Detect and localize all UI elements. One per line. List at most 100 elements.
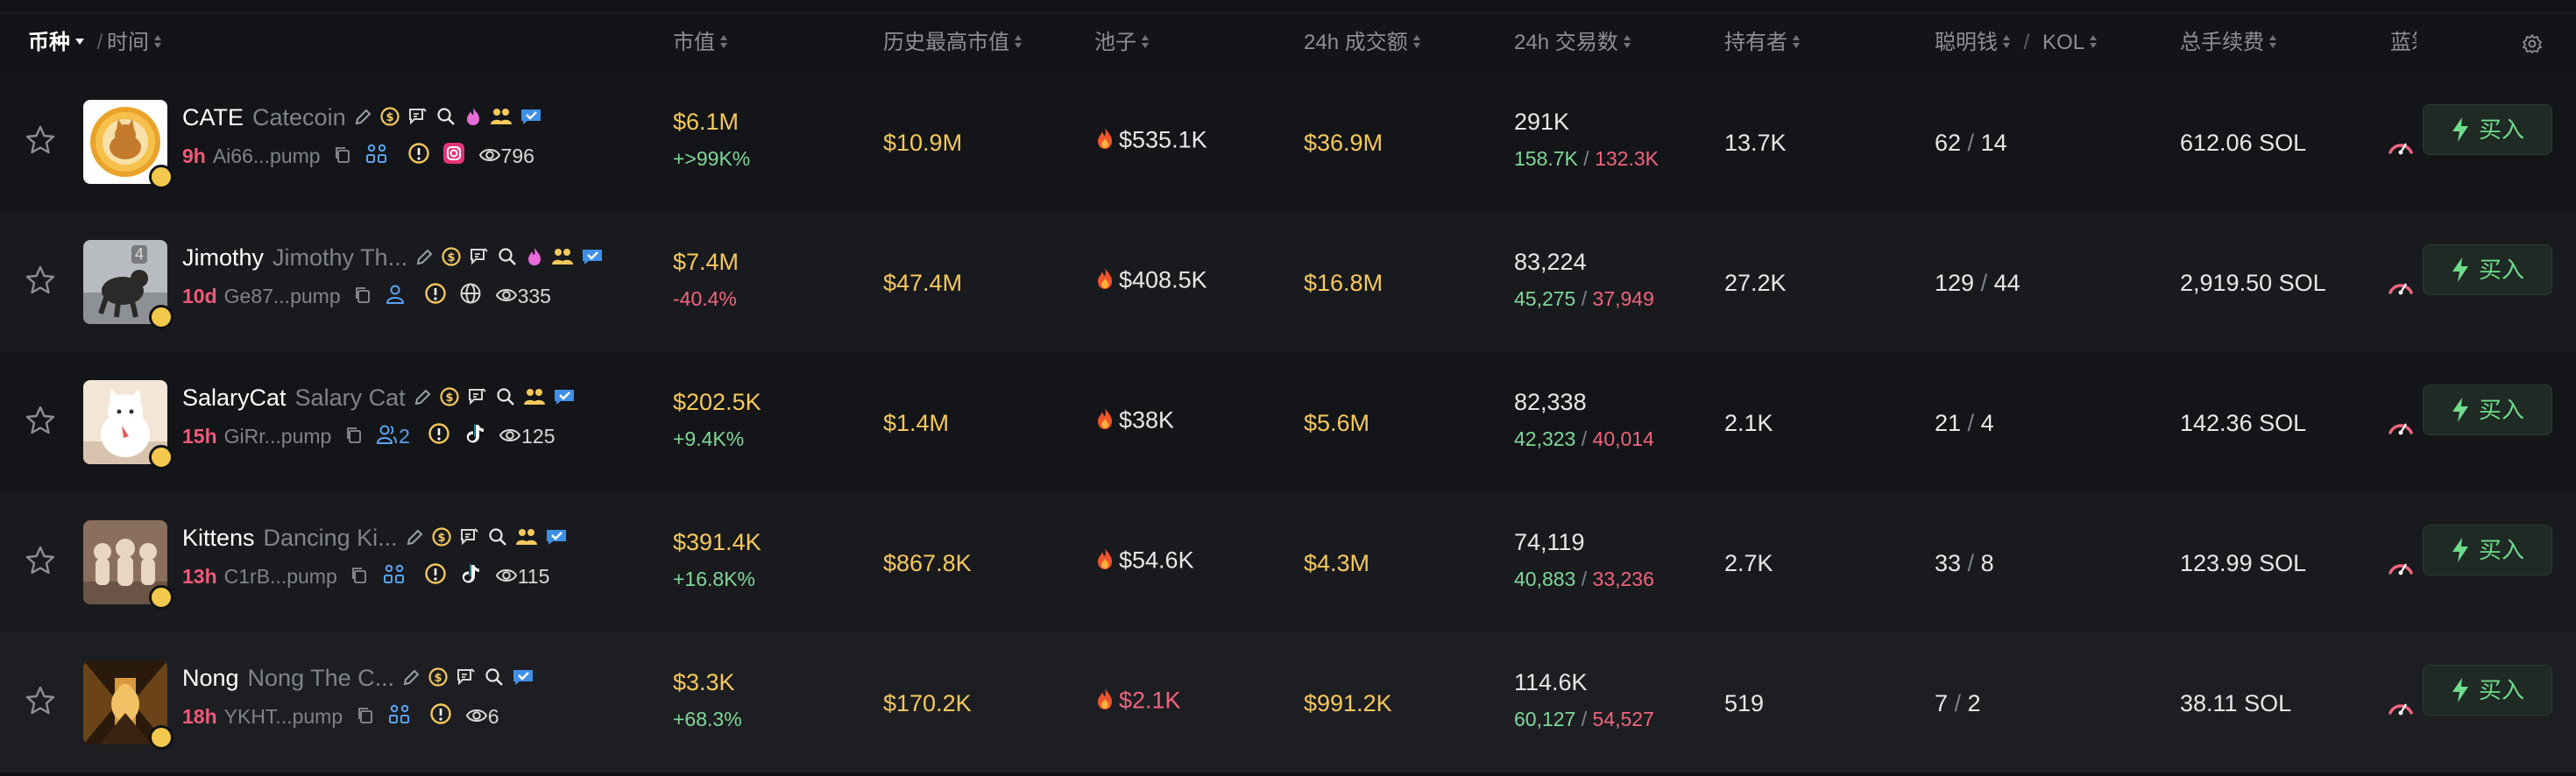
copy-icon[interactable] — [353, 282, 372, 314]
warning-icon[interactable] — [428, 422, 450, 454]
view-count: 6 — [487, 705, 499, 728]
favorite-star-icon[interactable] — [25, 545, 60, 580]
search-icon[interactable] — [484, 662, 505, 697]
search-icon[interactable] — [435, 102, 456, 137]
sells-count: 54,527 — [1592, 708, 1654, 730]
header-market-cap-sort[interactable]: 市值 — [673, 14, 728, 72]
instagram-icon[interactable] — [442, 142, 465, 173]
warning-icon[interactable] — [407, 142, 430, 173]
coin-icon[interactable]: $ — [439, 382, 460, 417]
header-bluechip-sort[interactable]: 蓝筹 — [2390, 14, 2417, 72]
edit-icon[interactable] — [401, 662, 421, 697]
favorite-star-icon[interactable] — [25, 265, 60, 300]
flame-icon[interactable] — [525, 242, 544, 277]
header-smart-money-sort[interactable]: 聪明钱 / KOL — [1935, 14, 2098, 72]
search-icon[interactable] — [487, 522, 508, 557]
tiktok-icon[interactable] — [464, 422, 486, 454]
token-symbol[interactable]: SalaryCat — [182, 384, 287, 411]
search-icon[interactable] — [497, 242, 518, 277]
pump-badge-icon — [149, 585, 173, 610]
warning-icon[interactable] — [429, 702, 452, 734]
favorite-star-icon[interactable] — [25, 124, 60, 159]
coin-icon[interactable]: $ — [431, 522, 452, 557]
token-symbol[interactable]: Nong — [182, 665, 239, 691]
warning-icon[interactable] — [424, 282, 447, 314]
users-icon[interactable] — [376, 422, 398, 454]
token-symbol[interactable]: Kittens — [182, 525, 255, 551]
copy-icon[interactable] — [350, 562, 369, 594]
chat-icon[interactable] — [469, 242, 490, 277]
table-row[interactable]: 4 Jimothy Jimothy Th... $ 10d Ge87...pump 3… — [0, 212, 2576, 352]
coin-icon[interactable]: $ — [441, 242, 462, 277]
header-ath-sort[interactable]: 历史最高市值 — [883, 14, 1023, 72]
team-icon[interactable] — [490, 102, 513, 137]
favorite-star-icon[interactable] — [25, 405, 60, 440]
buy-button[interactable]: 买入 — [2423, 665, 2552, 716]
team-icon[interactable] — [551, 242, 574, 277]
chat-icon[interactable] — [459, 522, 480, 557]
copy-icon[interactable] — [344, 422, 364, 454]
flame-icon[interactable] — [464, 102, 483, 137]
table-row[interactable]: Kittens Dancing Ki... $ 13h C1rB...pump 115… — [0, 492, 2576, 632]
verified-icon[interactable] — [581, 242, 604, 277]
header-pool-sort[interactable]: 池子 — [1094, 14, 1150, 72]
settings-button[interactable] — [2522, 33, 2543, 53]
chat-icon[interactable] — [456, 662, 477, 697]
header-txns-sort[interactable]: 24h 交易数 — [1514, 14, 1631, 72]
header-volume-sort[interactable]: 24h 成交额 — [1304, 14, 1421, 72]
edit-icon[interactable] — [413, 382, 432, 417]
fire-icon — [1094, 126, 1115, 157]
header-fees-sort[interactable]: 总手续费 — [2180, 14, 2277, 72]
buy-button[interactable]: 买入 — [2423, 525, 2552, 575]
verified-icon[interactable] — [545, 522, 568, 557]
verified-icon[interactable] — [520, 102, 542, 137]
pool-cell: $2.1K — [1094, 687, 1181, 717]
edit-icon[interactable] — [353, 102, 372, 137]
copy-icon[interactable] — [356, 702, 375, 734]
table-row[interactable]: SalaryCat Salary Cat $ 15h GiRr...pump 2 12… — [0, 352, 2576, 492]
table-row[interactable]: Nong Nong The C... $ 18h YKHT...pump 6 $3.3… — [0, 632, 2576, 772]
search-icon[interactable] — [495, 382, 516, 417]
edit-icon[interactable] — [414, 242, 434, 277]
buy-button[interactable]: 买入 — [2423, 384, 2552, 435]
coin-icon[interactable]: $ — [379, 102, 400, 137]
team-icon[interactable] — [523, 382, 546, 417]
community-icon[interactable] — [364, 142, 389, 173]
buy-button[interactable]: 买入 — [2423, 104, 2552, 155]
chat-icon[interactable] — [467, 382, 488, 417]
warning-icon[interactable] — [424, 562, 447, 594]
buy-button[interactable]: 买入 — [2423, 244, 2552, 295]
buy-button-label: 买入 — [2478, 397, 2524, 423]
total-fees-value: 123.99 SOL — [2180, 550, 2307, 576]
chat-icon[interactable] — [407, 102, 428, 137]
table-row[interactable]: CATE Catecoin $ 9h Ai66...pump 796 $6.1M +>… — [0, 72, 2576, 212]
edit-icon[interactable] — [405, 522, 424, 557]
token-symbol[interactable]: CATE — [182, 104, 244, 131]
token-meta-line: 13h C1rB...pump 115 — [182, 561, 549, 592]
bluechip-gauge-icon — [2386, 413, 2416, 442]
community-icon[interactable] — [387, 702, 412, 734]
favorite-star-icon[interactable] — [25, 685, 60, 720]
fire-icon — [1094, 687, 1115, 717]
coin-icon[interactable]: $ — [428, 662, 449, 697]
header-coin-filter[interactable]: 币种 / — [28, 14, 110, 72]
community-icon[interactable] — [382, 562, 407, 594]
verified-icon[interactable] — [553, 382, 576, 417]
buys-count: 60,127 — [1514, 708, 1576, 730]
team-icon[interactable] — [515, 522, 538, 557]
smart-kol-cell: 129 / 44 — [1935, 270, 2020, 296]
sells-count: 33,236 — [1592, 568, 1654, 590]
header-holders-sort[interactable]: 持有者 — [1724, 14, 1801, 72]
token-symbol[interactable]: Jimothy — [182, 244, 264, 271]
sort-icon — [719, 34, 728, 50]
verified-icon[interactable] — [512, 662, 534, 697]
token-full-name: Catecoin — [252, 104, 346, 131]
user-icon[interactable] — [385, 282, 406, 314]
smart-money-count: 62 — [1935, 130, 1962, 156]
copy-icon[interactable] — [333, 142, 352, 173]
svg-text:$: $ — [435, 672, 442, 685]
globe-icon[interactable] — [459, 282, 482, 314]
tiktok-icon[interactable] — [459, 562, 482, 594]
pool-value: $408.5K — [1119, 266, 1207, 293]
header-time-sort[interactable]: 时间 — [107, 14, 162, 72]
